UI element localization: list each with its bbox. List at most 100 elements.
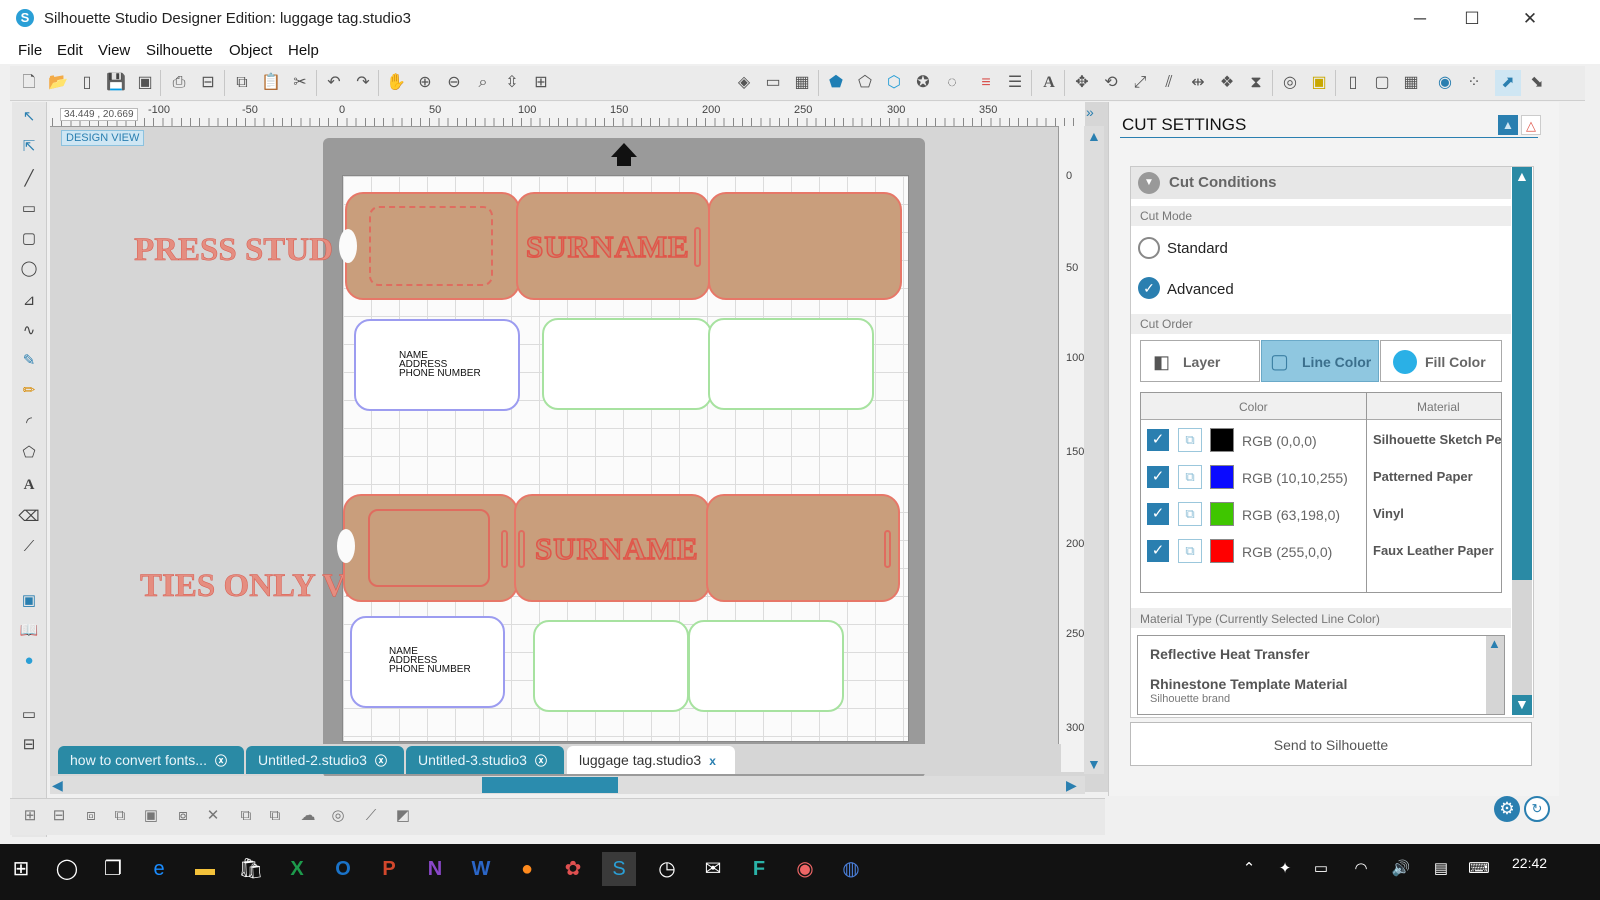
- delete-icon[interactable]: ✕: [200, 804, 226, 828]
- doc-tab[interactable]: Untitled-3.studio3 ⓧ: [406, 746, 564, 774]
- replicate-icon[interactable]: ❖: [1214, 70, 1240, 96]
- cut-style-icon[interactable]: ⧉: [1178, 539, 1202, 563]
- trace-icon[interactable]: ▣: [1306, 70, 1332, 96]
- material-name[interactable]: Silhouette Sketch Pe: [1373, 432, 1501, 447]
- close-button[interactable]: ✕: [1510, 6, 1550, 32]
- transform-icon[interactable]: ✥: [1069, 70, 1095, 96]
- onenote-icon[interactable]: N: [418, 852, 452, 886]
- tag-back-shape[interactable]: [708, 318, 874, 410]
- point-edit-tool-icon[interactable]: ⇱: [16, 134, 42, 160]
- outlook-icon[interactable]: O: [326, 852, 360, 886]
- order-layer-button[interactable]: ◧ Layer: [1140, 340, 1260, 382]
- fill-color-icon[interactable]: ⬟: [823, 70, 849, 96]
- scroll-left-icon[interactable]: ◀: [52, 777, 63, 794]
- material-item[interactable]: Rhinestone Template Material: [1150, 676, 1347, 692]
- rectangle-tool-icon[interactable]: ▭: [16, 196, 42, 222]
- design-view-icon[interactable]: ▣: [16, 588, 42, 614]
- new-document-icon[interactable]: 🗋: [16, 70, 42, 96]
- panel-scroll-thumb[interactable]: [1512, 580, 1532, 695]
- smooth-freehand-icon[interactable]: ✏: [16, 378, 42, 404]
- maximize-button[interactable]: ☐: [1452, 6, 1492, 32]
- weld-icon[interactable]: ☁: [295, 804, 321, 828]
- doc-tab[interactable]: how to convert fonts... ⓧ: [58, 746, 244, 774]
- arc-tool-icon[interactable]: ◜: [16, 410, 42, 436]
- keyboard-icon[interactable]: ⌨: [1462, 852, 1496, 886]
- duplicate-right-icon[interactable]: ⧉: [262, 804, 288, 828]
- ellipse-tool-icon[interactable]: ◯: [16, 256, 42, 282]
- library-settings-icon[interactable]: ◉: [1432, 70, 1458, 96]
- send-bottom-icon[interactable]: ◩: [390, 804, 416, 828]
- fill-pattern-icon[interactable]: ⬡: [881, 70, 907, 96]
- silhouette-taskbar-icon[interactable]: S: [602, 852, 636, 886]
- close-tab-icon[interactable]: ⓧ: [375, 754, 387, 768]
- powerpoint-icon[interactable]: P: [372, 852, 406, 886]
- fill-gradient-icon[interactable]: ⬠: [852, 70, 878, 96]
- panel-toggle-icon[interactable]: ▭: [16, 702, 42, 728]
- paint-bucket-icon[interactable]: ◈: [731, 70, 757, 96]
- deselect-icon[interactable]: ⊟: [46, 804, 72, 828]
- menu-help[interactable]: Help: [288, 42, 319, 59]
- volume-icon[interactable]: 🔊: [1384, 852, 1418, 886]
- paste-icon[interactable]: 📋: [258, 70, 284, 96]
- move-icon[interactable]: ⇹: [1185, 70, 1211, 96]
- page-layout-icon[interactable]: ▯: [1340, 70, 1366, 96]
- line-width-icon[interactable]: ☰: [1002, 70, 1028, 96]
- select-all-icon[interactable]: ⊞: [17, 804, 43, 828]
- make-compound-icon[interactable]: ▣: [138, 804, 164, 828]
- material-item[interactable]: Reflective Heat Transfer: [1150, 646, 1310, 662]
- tag-shape[interactable]: [708, 192, 902, 300]
- save-icon[interactable]: 💾: [103, 70, 129, 96]
- send-panel-icon[interactable]: ⬈: [1495, 70, 1521, 96]
- regular-polygon-icon[interactable]: ⬠: [16, 440, 42, 466]
- redo-icon[interactable]: ↷: [350, 70, 376, 96]
- open-icon[interactable]: 📂: [45, 70, 71, 96]
- design-store-icon[interactable]: ⁘: [1461, 70, 1487, 96]
- minimize-button[interactable]: ─: [1400, 6, 1440, 32]
- cut-style-icon[interactable]: ⧉: [1178, 428, 1202, 452]
- cut-style-icon[interactable]: ⧉: [1178, 502, 1202, 526]
- modify-icon[interactable]: ⧗: [1243, 70, 1269, 96]
- library-view-icon[interactable]: 📖: [16, 618, 42, 644]
- line-style-icon[interactable]: ◌: [939, 70, 965, 96]
- menu-view[interactable]: View: [98, 42, 130, 59]
- rotate-icon[interactable]: ⟲: [1098, 70, 1124, 96]
- app-icon[interactable]: ◍: [834, 852, 868, 886]
- polygon-tool-icon[interactable]: ⊿: [16, 288, 42, 314]
- save-library-icon[interactable]: ▣: [132, 70, 158, 96]
- close-tab-icon[interactable]: ⓧ: [535, 754, 547, 768]
- notification-icon[interactable]: ▤: [1424, 852, 1458, 886]
- grid-settings-icon[interactable]: ▦: [1398, 70, 1424, 96]
- refresh-icon[interactable]: ↻: [1524, 796, 1550, 822]
- panel-scroll-down-icon[interactable]: ▼: [1515, 696, 1529, 712]
- eraser-tool-icon[interactable]: ⌫: [16, 504, 42, 530]
- tag-back-shape[interactable]: [533, 620, 689, 712]
- row-checkbox[interactable]: ✓: [1147, 429, 1169, 451]
- scroll-down-icon[interactable]: ▼: [1087, 756, 1101, 772]
- grid-icon[interactable]: ▦: [789, 70, 815, 96]
- battery-icon[interactable]: ▭: [1304, 852, 1338, 886]
- zoom-out-icon[interactable]: ⊖: [441, 70, 467, 96]
- standard-radio[interactable]: [1138, 237, 1160, 259]
- copy-icon[interactable]: ⧉: [229, 70, 255, 96]
- cut-settings-icon[interactable]: ⬊: [1524, 70, 1550, 96]
- fit-to-page-icon[interactable]: ⊞: [528, 70, 554, 96]
- knife-tool-icon[interactable]: ⟋: [16, 534, 42, 560]
- tag-shape[interactable]: [706, 494, 900, 602]
- pan-hand-icon[interactable]: ✋: [383, 70, 409, 96]
- curve-tool-icon[interactable]: ∿: [16, 318, 42, 344]
- scrollbar-thumb[interactable]: [482, 777, 618, 793]
- cut-settings-tab-icon[interactable]: ▲: [1498, 115, 1518, 135]
- close-tab-icon[interactable]: ⓧ: [215, 754, 227, 768]
- line-color-icon[interactable]: ✪: [910, 70, 936, 96]
- text-tool-icon[interactable]: A: [16, 472, 42, 498]
- panel-scroll-up-icon[interactable]: ▲: [1515, 168, 1529, 184]
- menu-file[interactable]: File: [18, 42, 42, 59]
- file-explorer-icon[interactable]: ▬: [188, 852, 222, 886]
- zoom-in-icon[interactable]: ⊕: [412, 70, 438, 96]
- chrome-like-icon[interactable]: ◉: [788, 852, 822, 886]
- tray-expand-icon[interactable]: ⌃: [1232, 852, 1266, 886]
- search-icon[interactable]: ◯: [50, 852, 84, 886]
- offset-icon[interactable]: ◎: [1277, 70, 1303, 96]
- menu-silhouette[interactable]: Silhouette: [146, 42, 213, 59]
- cut-icon[interactable]: ✂: [287, 70, 313, 96]
